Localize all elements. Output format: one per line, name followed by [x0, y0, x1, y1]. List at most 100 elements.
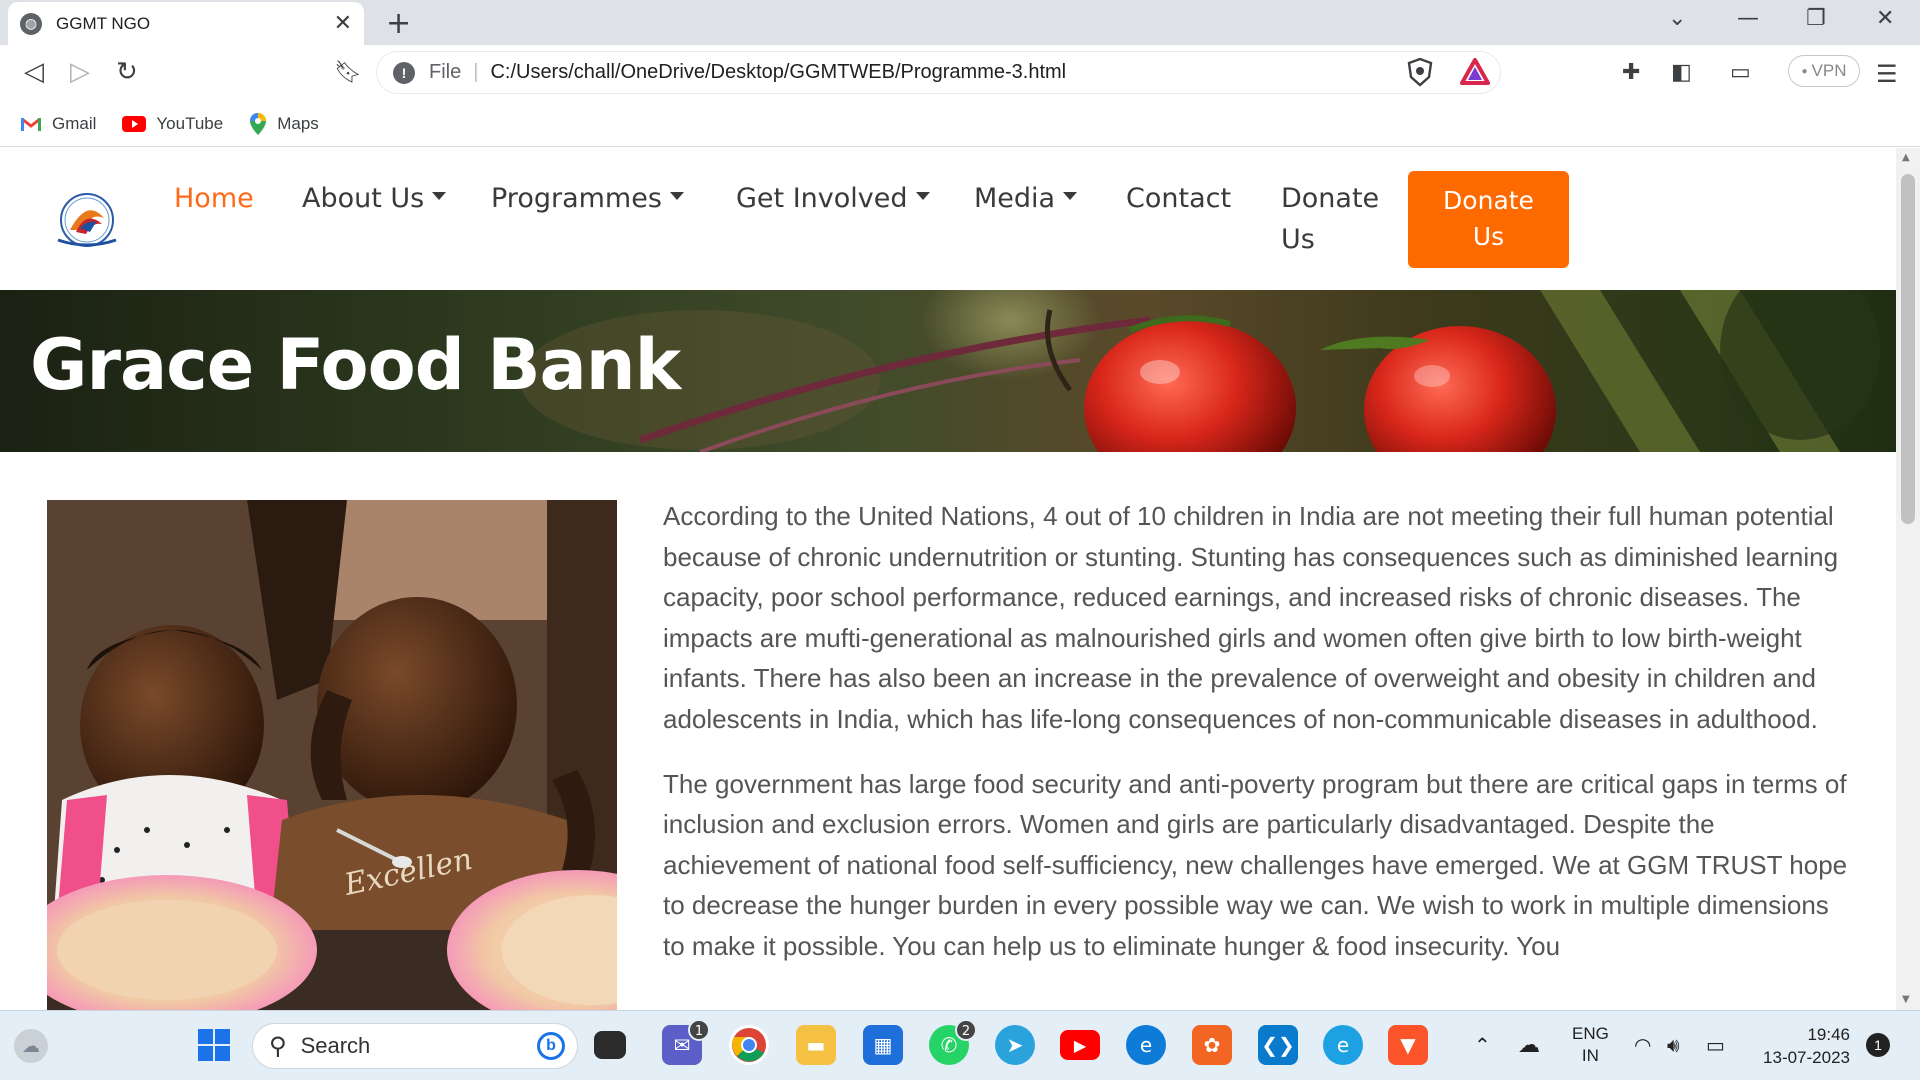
- globe-icon: ◍: [20, 12, 42, 35]
- nav-home-label: Home: [174, 183, 254, 214]
- forward-icon[interactable]: ▷: [70, 57, 90, 87]
- nav-media[interactable]: Media: [974, 178, 1078, 219]
- tab-search-chevron-icon[interactable]: ⌄: [1668, 6, 1686, 31]
- bookmark-gmail[interactable]: Gmail: [20, 114, 96, 134]
- gmail-icon: [21, 117, 41, 131]
- nav-get-involved-label: Get Involved: [736, 183, 908, 214]
- maps-icon: [250, 112, 267, 135]
- reload-icon[interactable]: ↻: [116, 57, 138, 87]
- youtube-icon: [122, 115, 147, 132]
- volume-icon[interactable]: 🔊︎: [1667, 1033, 1680, 1057]
- show-hidden-icons-icon[interactable]: ⌃: [1474, 1033, 1491, 1057]
- nav-get-involved[interactable]: Get Involved: [736, 178, 930, 219]
- site-navbar: Home About Us Programmes Get Involved Me…: [0, 148, 1896, 290]
- clock-time: 19:46: [1807, 1025, 1850, 1044]
- notification-badge[interactable]: 1: [1866, 1033, 1890, 1057]
- teams-chat-icon[interactable]: ✉ 1: [662, 1019, 710, 1065]
- taskbar-search[interactable]: ⚲ Search b: [252, 1023, 578, 1069]
- scroll-down-arrow-icon[interactable]: ▼: [1902, 994, 1910, 1005]
- children-eating-photo: Excellen: [47, 500, 617, 1010]
- windows-taskbar: ☁ ⚲ Search b ✉ 1 ▬ ▦ ✆ 2 ➤ ▶ e ✿ ❮❯ e ▼ ⌃ …: [0, 1010, 1920, 1080]
- chrome-icon[interactable]: [729, 1025, 769, 1065]
- donate-button-line1: Donate: [1443, 186, 1534, 215]
- bing-icon[interactable]: b: [537, 1032, 565, 1060]
- nav-contact-label: Contact: [1126, 183, 1232, 214]
- page-title: Grace Food Bank: [30, 324, 681, 406]
- onedrive-icon[interactable]: ☁: [1518, 1033, 1540, 1058]
- wifi-icon[interactable]: ◠: [1634, 1033, 1651, 1057]
- page-scrollbar[interactable]: ▲ ▼: [1896, 148, 1920, 1010]
- file-explorer-icon[interactable]: ▬: [796, 1025, 836, 1065]
- bookmark-icon[interactable]: 🔖︎: [334, 60, 362, 85]
- nav-about-label: About Us: [302, 183, 425, 214]
- telegram-icon[interactable]: ➤: [995, 1025, 1035, 1065]
- brave-icon[interactable]: ▼: [1388, 1025, 1428, 1065]
- weather-widget-icon[interactable]: ☁: [14, 1029, 48, 1063]
- vscode-icon[interactable]: ❮❯: [1258, 1025, 1298, 1065]
- hero-banner: Grace Food Bank: [0, 290, 1896, 452]
- nav-media-label: Media: [974, 183, 1056, 214]
- nav-programmes[interactable]: Programmes: [491, 178, 684, 219]
- close-tab-icon[interactable]: ✕: [334, 11, 352, 36]
- dropdown-caret-icon: [1063, 191, 1078, 200]
- youtube-app-icon[interactable]: ▶: [1060, 1030, 1100, 1060]
- nav-donate-line2: Us: [1281, 224, 1315, 255]
- browser-toolbar: ◁ ▷ ↻ 🔖︎ ! File | C:/Users/chall/OneDriv…: [0, 45, 1920, 101]
- chat-badge: 1: [688, 1019, 710, 1041]
- clock[interactable]: 19:46 13-07-2023: [1754, 1023, 1850, 1069]
- dropdown-caret-icon: [432, 191, 447, 200]
- microsoft-store-icon[interactable]: ▦: [863, 1025, 903, 1065]
- whatsapp-icon[interactable]: ✆ 2: [929, 1019, 977, 1065]
- window-close-icon[interactable]: ✕: [1876, 6, 1894, 31]
- vpn-button[interactable]: ● VPN: [1788, 55, 1860, 87]
- menu-icon[interactable]: ☰: [1876, 60, 1898, 88]
- bookmark-maps[interactable]: Maps: [249, 112, 319, 136]
- donate-button-line2: Us: [1472, 222, 1505, 251]
- whatsapp-badge: 2: [955, 1019, 977, 1041]
- edge-icon[interactable]: e: [1126, 1025, 1166, 1065]
- nav-donate-us[interactable]: Donate Us: [1281, 178, 1379, 260]
- back-icon[interactable]: ◁: [24, 57, 44, 87]
- browser-tab[interactable]: ◍ GGMT NGO ✕: [8, 2, 364, 45]
- address-bar[interactable]: ! File | C:/Users/chall/OneDrive/Desktop…: [376, 51, 1501, 94]
- windows-start-icon[interactable]: [194, 1025, 234, 1065]
- bookmark-label: Maps: [277, 113, 319, 133]
- donate-us-button[interactable]: Donate Us: [1408, 171, 1569, 268]
- wallet-icon[interactable]: ▭: [1730, 60, 1751, 85]
- bookmarks-bar: Gmail YouTube Maps: [0, 101, 1920, 147]
- taskbar-search-label: Search: [300, 1033, 371, 1058]
- battery-icon[interactable]: ▭: [1706, 1033, 1725, 1057]
- scroll-up-arrow-icon[interactable]: ▲: [1902, 152, 1910, 163]
- nav-home[interactable]: Home: [174, 178, 254, 219]
- paragraph-1: According to the United Nations, 4 out o…: [663, 501, 1839, 734]
- clock-date: 13-07-2023: [1763, 1048, 1850, 1067]
- browser-tab-strip: ◍ GGMT NGO ✕ + ⌄ — ❐ ✕: [0, 0, 1920, 45]
- minimize-icon[interactable]: —: [1737, 6, 1759, 31]
- bookmark-youtube[interactable]: YouTube: [122, 114, 223, 134]
- scrollbar-thumb[interactable]: [1901, 174, 1915, 524]
- language-line1: ENG: [1572, 1024, 1609, 1043]
- edge-dev-icon[interactable]: e: [1323, 1025, 1363, 1065]
- ggmt-logo[interactable]: [50, 188, 124, 252]
- vpn-label: VPN: [1811, 61, 1847, 80]
- nav-programmes-label: Programmes: [491, 183, 662, 214]
- language-line2: IN: [1581, 1046, 1599, 1065]
- bookmark-label: Gmail: [52, 113, 97, 133]
- nav-about-us[interactable]: About Us: [302, 178, 447, 219]
- brave-shield-icon[interactable]: [1406, 57, 1434, 87]
- sidebar-icon[interactable]: ◧: [1671, 60, 1692, 85]
- extensions-icon[interactable]: ✚: [1622, 60, 1640, 85]
- url-separator: |: [473, 61, 479, 83]
- new-tab-icon[interactable]: +: [386, 6, 411, 41]
- restore-icon[interactable]: ❐: [1806, 6, 1826, 31]
- page-viewport: Home About Us Programmes Get Involved Me…: [0, 148, 1896, 1010]
- bookmark-label: YouTube: [156, 113, 224, 133]
- nav-contact[interactable]: Contact: [1126, 178, 1231, 219]
- url-text[interactable]: C:/Users/chall/OneDrive/Desktop/GGMTWEB/…: [490, 61, 1066, 84]
- info-icon[interactable]: !: [393, 61, 415, 84]
- task-view-icon[interactable]: [594, 1031, 626, 1059]
- language-indicator[interactable]: ENG IN: [1572, 1023, 1609, 1067]
- brave-rewards-icon[interactable]: [1460, 57, 1490, 87]
- tab-title: GGMT NGO: [56, 13, 151, 33]
- app-icon[interactable]: ✿: [1192, 1025, 1232, 1065]
